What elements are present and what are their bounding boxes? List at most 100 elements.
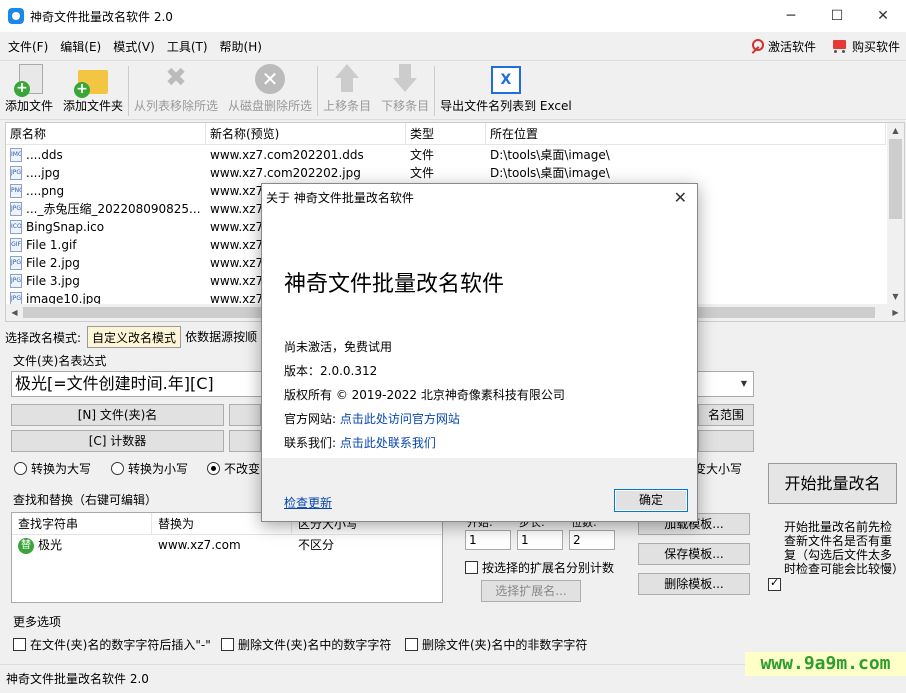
insert-button-4[interactable] bbox=[229, 430, 261, 452]
vertical-scrollbar[interactable]: ▲ ▼ bbox=[887, 123, 904, 305]
ext-count-checkbox[interactable]: 按选择的扩展名分别计数 bbox=[465, 559, 614, 576]
scroll-up-icon[interactable]: ▲ bbox=[887, 123, 904, 139]
radio-keep-case[interactable]: 不改变 bbox=[207, 460, 260, 477]
table-row[interactable]: IMG ....dds www.xz7.com202201.dds 文件 D:\tool… bbox=[6, 146, 886, 164]
duplicate-check-option[interactable]: 开始批量改名前先检查新文件名是否有重复（勾选后文件太多时检查可能会比较慢） bbox=[768, 520, 904, 591]
file-icon: ICO bbox=[10, 220, 22, 234]
insert-dash-label: 在文件(夹)名的数字字符后插入"-" bbox=[30, 638, 211, 652]
insert-counter-button[interactable]: [C] 计数器 bbox=[11, 430, 224, 452]
buy-button[interactable]: 购买软件 bbox=[830, 38, 900, 55]
close-button[interactable]: ✕ bbox=[860, 0, 906, 32]
replace-icon: 替 bbox=[18, 537, 34, 554]
delete-template-button[interactable]: 删除模板... bbox=[638, 573, 750, 595]
scroll-down-icon[interactable]: ▼ bbox=[887, 289, 904, 305]
find-text: 极光 bbox=[38, 538, 63, 552]
select-ext-button[interactable]: 选择扩展名... bbox=[481, 580, 581, 602]
find-replace-group-title: 查找和替换（右键可编辑） bbox=[11, 491, 160, 508]
find-replace-table[interactable]: 查找字符串 替换为 区分大小写 替极光 www.xz7.com 不区分 bbox=[11, 512, 443, 603]
ok-button[interactable]: 确定 bbox=[614, 489, 688, 512]
tab-custom-mode[interactable]: 自定义改名模式 bbox=[87, 326, 182, 348]
column-new-name[interactable]: 新名称(预览) bbox=[206, 123, 406, 145]
original-name-cell: JPG File 3.jpg bbox=[6, 272, 206, 290]
table-row[interactable]: JPG ....jpg www.xz7.com202202.jpg 文件 D:\tool… bbox=[6, 164, 886, 182]
radio-change-case[interactable]: 变大小写 bbox=[694, 460, 742, 477]
minimize-button[interactable]: ─ bbox=[768, 0, 814, 32]
file-icon: JPG bbox=[10, 274, 22, 288]
radio-dot bbox=[111, 462, 124, 475]
original-name-cell: JPG ..._赤兔压缩_202208090825... bbox=[6, 200, 206, 218]
column-original-name[interactable]: 原名称 bbox=[6, 123, 206, 145]
maximize-button[interactable]: ☐ bbox=[814, 0, 860, 32]
column-type[interactable]: 类型 bbox=[406, 123, 486, 145]
mode-bar: 选择改名模式: 自定义改名模式 依数据源按顺 bbox=[5, 326, 261, 348]
insert-range-button[interactable]: 名范围 bbox=[698, 404, 754, 426]
start-rename-button[interactable]: 开始批量改名 bbox=[768, 463, 897, 504]
add-folder-button[interactable]: 添加文件夹 bbox=[58, 61, 128, 119]
menu-edit[interactable]: 编辑(E) bbox=[54, 38, 107, 55]
ext-count-label: 按选择的扩展名分别计数 bbox=[482, 561, 615, 575]
column-find: 查找字符串 bbox=[12, 513, 152, 534]
radio-lowercase[interactable]: 转换为小写 bbox=[111, 460, 188, 477]
contact-link[interactable]: 点击此处联系我们 bbox=[340, 436, 436, 450]
activate-button[interactable]: 激活软件 bbox=[750, 38, 816, 55]
scroll-left-icon[interactable]: ◀ bbox=[6, 304, 23, 321]
radio-dot bbox=[207, 462, 220, 475]
close-icon[interactable]: ✕ bbox=[674, 184, 687, 212]
counter-step-input[interactable]: 1 bbox=[517, 530, 563, 550]
menu-mode[interactable]: 模式(V) bbox=[107, 38, 161, 55]
dialog-title: 关于 神奇文件批量改名软件 bbox=[266, 191, 414, 205]
dialog-app-name: 神奇文件批量改名软件 bbox=[284, 272, 505, 297]
website-label: 官方网站: bbox=[284, 412, 337, 426]
column-location[interactable]: 所在位置 bbox=[486, 123, 886, 145]
save-template-button[interactable]: 保存模板... bbox=[638, 543, 750, 565]
move-up-label: 上移条目 bbox=[323, 99, 372, 113]
arrow-down-icon bbox=[389, 62, 421, 94]
website-link[interactable]: 点击此处访问官方网站 bbox=[340, 412, 460, 426]
remove-nondigits-label: 删除文件(夹)名中的非数字字符 bbox=[422, 638, 588, 652]
checkbox-box bbox=[221, 638, 234, 651]
expression-value: 极光[=文件创建时间.年][C] bbox=[15, 374, 214, 393]
radio-keep-label: 不改变 bbox=[224, 462, 261, 476]
menu-help[interactable]: 帮助(H) bbox=[214, 38, 268, 55]
move-down-button[interactable]: 下移条目 bbox=[376, 61, 434, 119]
insert-button-6[interactable] bbox=[698, 430, 754, 452]
radio-uppercase[interactable]: 转换为大写 bbox=[14, 460, 91, 477]
title-bar: 神奇文件批量改名软件 2.0 ─ ☐ ✕ bbox=[0, 0, 906, 32]
dialog-body: 神奇文件批量改名软件 尚未激活，免费试用 版本：2.0.0.312 版权所有 ©… bbox=[262, 212, 697, 458]
table-row[interactable]: 替极光 www.xz7.com 不区分 bbox=[12, 535, 442, 555]
remove-digits-checkbox[interactable]: 删除文件(夹)名中的数字字符 bbox=[221, 636, 391, 653]
scroll-right-icon[interactable]: ▶ bbox=[887, 304, 904, 321]
type-cell: 文件 bbox=[410, 148, 435, 162]
delete-label: 从磁盘删除所选 bbox=[228, 99, 313, 113]
radio-change-label: 变大小写 bbox=[694, 462, 743, 476]
remove-icon: ✖ bbox=[165, 63, 187, 93]
insert-name-button[interactable]: [N] 文件(夹)名 bbox=[11, 404, 224, 426]
original-name-cell: ICO BingSnap.ico bbox=[6, 218, 206, 236]
menu-file[interactable]: 文件(F) bbox=[0, 38, 54, 55]
counter-digits-input[interactable]: 2 bbox=[569, 530, 615, 550]
insert-dash-checkbox[interactable]: 在文件(夹)名的数字字符后插入"-" bbox=[13, 636, 211, 653]
check-update-link[interactable]: 检查更新 bbox=[284, 494, 332, 511]
contact-row: 联系我们: 点击此处联系我们 bbox=[284, 434, 436, 451]
add-file-label: 添加文件 bbox=[5, 99, 54, 113]
counter-start-input[interactable]: 1 bbox=[465, 530, 511, 550]
scroll-thumb[interactable] bbox=[889, 139, 902, 219]
insert-button-2[interactable] bbox=[229, 404, 261, 426]
add-file-button[interactable]: 添加文件 bbox=[0, 61, 58, 119]
chevron-down-icon[interactable]: ▼ bbox=[741, 372, 747, 396]
checkbox-box bbox=[465, 561, 478, 574]
menu-tools[interactable]: 工具(T) bbox=[161, 38, 214, 55]
file-icon: PNG bbox=[10, 184, 22, 198]
export-excel-button[interactable]: X 导出文件名列表到 Excel bbox=[435, 61, 577, 119]
move-up-button[interactable]: 上移条目 bbox=[318, 61, 376, 119]
dialog-title-bar: 关于 神奇文件批量改名软件 ✕ bbox=[262, 184, 697, 212]
export-excel-label: 导出文件名列表到 Excel bbox=[440, 99, 572, 113]
website-row: 官方网站: 点击此处访问官方网站 bbox=[284, 410, 460, 427]
tab-datasource-mode[interactable]: 依数据源按顺 bbox=[181, 326, 261, 348]
file-name-text: BingSnap.ico bbox=[26, 220, 105, 234]
remove-nondigits-checkbox[interactable]: 删除文件(夹)名中的非数字字符 bbox=[405, 636, 587, 653]
remove-from-list-button[interactable]: ✖ 从列表移除所选 bbox=[129, 61, 223, 119]
new-name-cell: www.xz7.com202201.dds bbox=[210, 148, 364, 162]
delete-from-disk-button[interactable]: ✕ 从磁盘删除所选 bbox=[223, 61, 317, 119]
file-name-text: ....jpg bbox=[26, 166, 60, 180]
